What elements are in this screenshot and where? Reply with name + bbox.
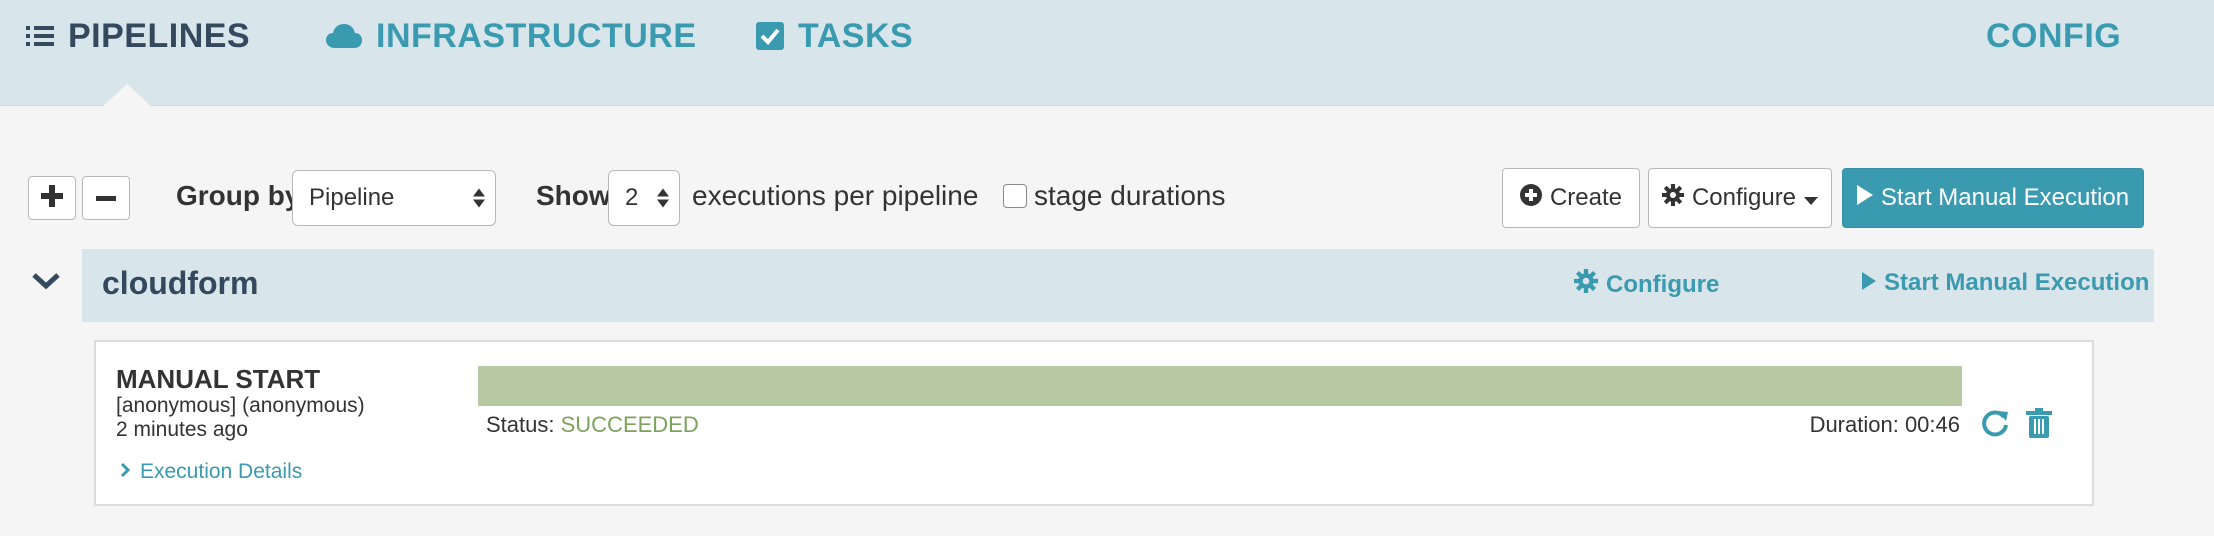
plus-icon: [41, 184, 63, 212]
status-value: SUCCEEDED: [560, 412, 699, 437]
show-label: Show: [536, 180, 611, 211]
list-icon: [26, 24, 54, 48]
select-arrows-icon: [473, 188, 485, 208]
execution-details-link[interactable]: Execution Details: [120, 460, 302, 484]
executions-count-value: 2: [625, 184, 639, 211]
start-manual-execution-button[interactable]: Start Manual Execution: [1842, 168, 2144, 228]
nav-infrastructure-label: INFRASTRUCTURE: [376, 16, 697, 55]
execution-details-label: Execution Details: [140, 460, 303, 483]
stage-durations-label: stage durations: [1034, 180, 1226, 211]
delete-execution-button[interactable]: [2026, 408, 2052, 443]
rerun-button[interactable]: [1980, 408, 2010, 443]
pipeline-start-manual-link[interactable]: Start Manual Execution: [1862, 269, 2149, 297]
configure-dropdown-button[interactable]: Configure: [1648, 168, 1832, 228]
group-by-label: Group by: [176, 180, 301, 211]
configure-button-label: Configure: [1691, 184, 1797, 211]
pipeline-name: cloudform: [102, 265, 259, 301]
collapse-all-button[interactable]: [82, 176, 130, 220]
nav-pipelines-label: PIPELINES: [68, 16, 251, 55]
executions-count-select[interactable]: 2: [608, 170, 680, 226]
play-icon: [1862, 269, 1876, 297]
expand-all-button[interactable]: [28, 176, 76, 220]
execution-time: 2 minutes ago: [116, 418, 248, 441]
refresh-icon: [1980, 410, 2010, 442]
select-arrows-icon: [657, 188, 669, 208]
nav-infrastructure[interactable]: INFRASTRUCTURE: [326, 10, 697, 62]
execution-status: Status: SUCCEEDED: [486, 412, 699, 438]
minus-icon: [96, 189, 116, 207]
nav-config-label: CONFIG: [1986, 16, 2122, 55]
trash-icon: [2026, 408, 2052, 442]
top-navigation: PIPELINES INFRASTRUCTURE TASKS CONFIG: [0, 0, 2214, 108]
execution-trigger: MANUAL START: [116, 364, 321, 394]
group-by-value: Pipeline: [309, 184, 395, 211]
group-by-select[interactable]: Pipeline: [292, 170, 496, 226]
gear-icon: [1574, 269, 1598, 300]
execution-user: [anonymous] (anonymous): [116, 394, 365, 417]
pipeline-group-header: cloudform Configure Start Manual Executi…: [82, 249, 2154, 322]
nav-config[interactable]: CONFIG: [1986, 10, 2121, 62]
create-button[interactable]: Create: [1502, 168, 1640, 228]
plus-circle-icon: [1519, 183, 1542, 213]
pipeline-start-manual-label: Start Manual Execution: [1884, 269, 2150, 296]
status-label: Status:: [486, 412, 555, 437]
gear-icon: [1661, 183, 1684, 213]
pipeline-configure-link[interactable]: Configure: [1574, 269, 1719, 300]
caret-down-icon: [1804, 184, 1819, 212]
nav-tasks[interactable]: TASKS: [756, 10, 913, 62]
play-icon: [1856, 184, 1873, 212]
stage-progress-bar[interactable]: [478, 366, 1962, 406]
execution-duration: Duration: 00:46: [1809, 412, 1960, 437]
executions-per-pipeline-text: executions per pipeline: [692, 180, 979, 211]
cloud-icon: [326, 23, 362, 49]
check-square-icon: [756, 22, 784, 50]
stage-durations-checkbox[interactable]: [1003, 184, 1027, 208]
create-button-label: Create: [1549, 184, 1623, 211]
nav-tasks-label: TASKS: [798, 16, 914, 55]
collapse-group-toggle[interactable]: [32, 272, 60, 295]
pipeline-configure-label: Configure: [1606, 270, 1720, 298]
start-manual-execution-label: Start Manual Execution: [1880, 184, 2130, 211]
chevron-right-icon: [120, 460, 131, 484]
execution-card: MANUAL START [anonymous] (anonymous) 2 m…: [94, 340, 2094, 506]
active-tab-pointer: [101, 84, 153, 108]
chevron-down-icon: [32, 273, 60, 294]
nav-pipelines[interactable]: PIPELINES: [26, 10, 250, 62]
